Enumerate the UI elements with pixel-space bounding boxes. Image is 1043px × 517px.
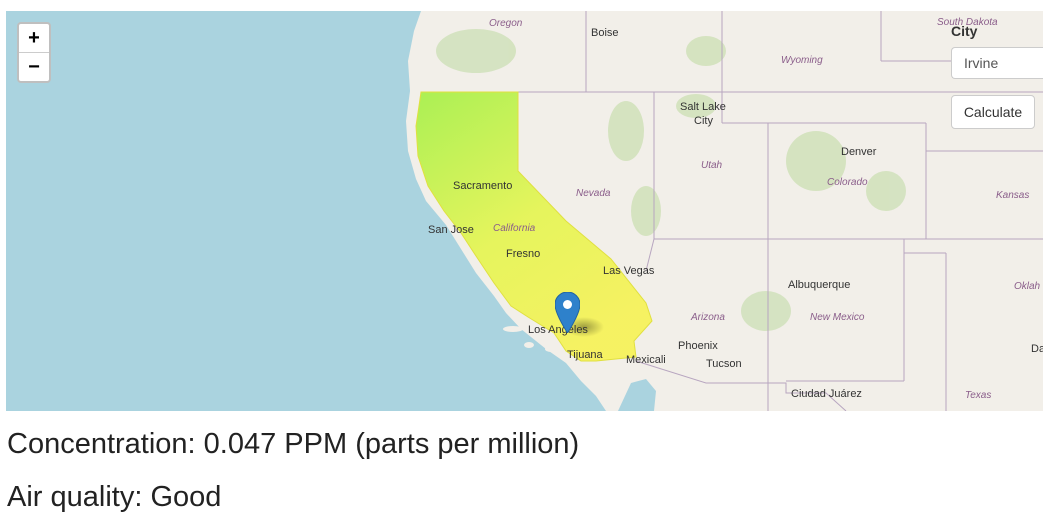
- label-boise: Boise: [591, 27, 619, 39]
- concentration-text: Concentration: 0.047 PPM (parts per mill…: [7, 428, 580, 460]
- zoom-out-button[interactable]: −: [19, 53, 49, 81]
- label-sacramento: Sacramento: [453, 180, 513, 192]
- label-nevada: Nevada: [576, 188, 611, 199]
- label-tijuana: Tijuana: [567, 349, 603, 361]
- label-arizona: Arizona: [691, 312, 725, 323]
- label-dallas: Da: [1031, 343, 1043, 355]
- city-label: City: [951, 23, 978, 39]
- label-salt-lake-2: City: [694, 115, 713, 127]
- label-phoenix: Phoenix: [678, 340, 718, 352]
- label-new-mexico: New Mexico: [810, 312, 865, 323]
- label-tucson: Tucson: [706, 358, 742, 370]
- map-tiles: [406, 11, 1043, 411]
- label-denver: Denver: [841, 146, 877, 158]
- label-utah: Utah: [701, 160, 723, 171]
- city-input[interactable]: [951, 47, 1043, 79]
- zoom-control: + −: [17, 22, 51, 83]
- air-quality-text: Air quality: Good: [7, 481, 222, 513]
- label-san-jose: San Jose: [428, 224, 474, 236]
- label-california: California: [493, 223, 536, 234]
- label-oregon: Oregon: [489, 18, 523, 29]
- map[interactable]: Oregon South Dakota Wyoming Nevada Utah …: [6, 11, 1043, 411]
- label-salt-lake-1: Salt Lake: [680, 101, 726, 113]
- label-mexicali: Mexicali: [626, 354, 666, 366]
- calculate-button[interactable]: Calculate: [951, 95, 1035, 129]
- label-albuquerque: Albuquerque: [788, 279, 851, 291]
- label-kansas: Kansas: [996, 190, 1030, 201]
- label-las-vegas: Las Vegas: [603, 265, 655, 277]
- label-oklahoma: Oklah: [1014, 281, 1041, 292]
- map-pin-icon[interactable]: [555, 292, 580, 333]
- zoom-in-button[interactable]: +: [19, 24, 49, 53]
- label-colorado: Colorado: [827, 177, 868, 188]
- label-texas: Texas: [965, 390, 992, 401]
- label-fresno: Fresno: [506, 248, 541, 260]
- label-ciudad-juarez: Ciudad Juárez: [791, 388, 862, 400]
- label-wyoming: Wyoming: [781, 55, 823, 66]
